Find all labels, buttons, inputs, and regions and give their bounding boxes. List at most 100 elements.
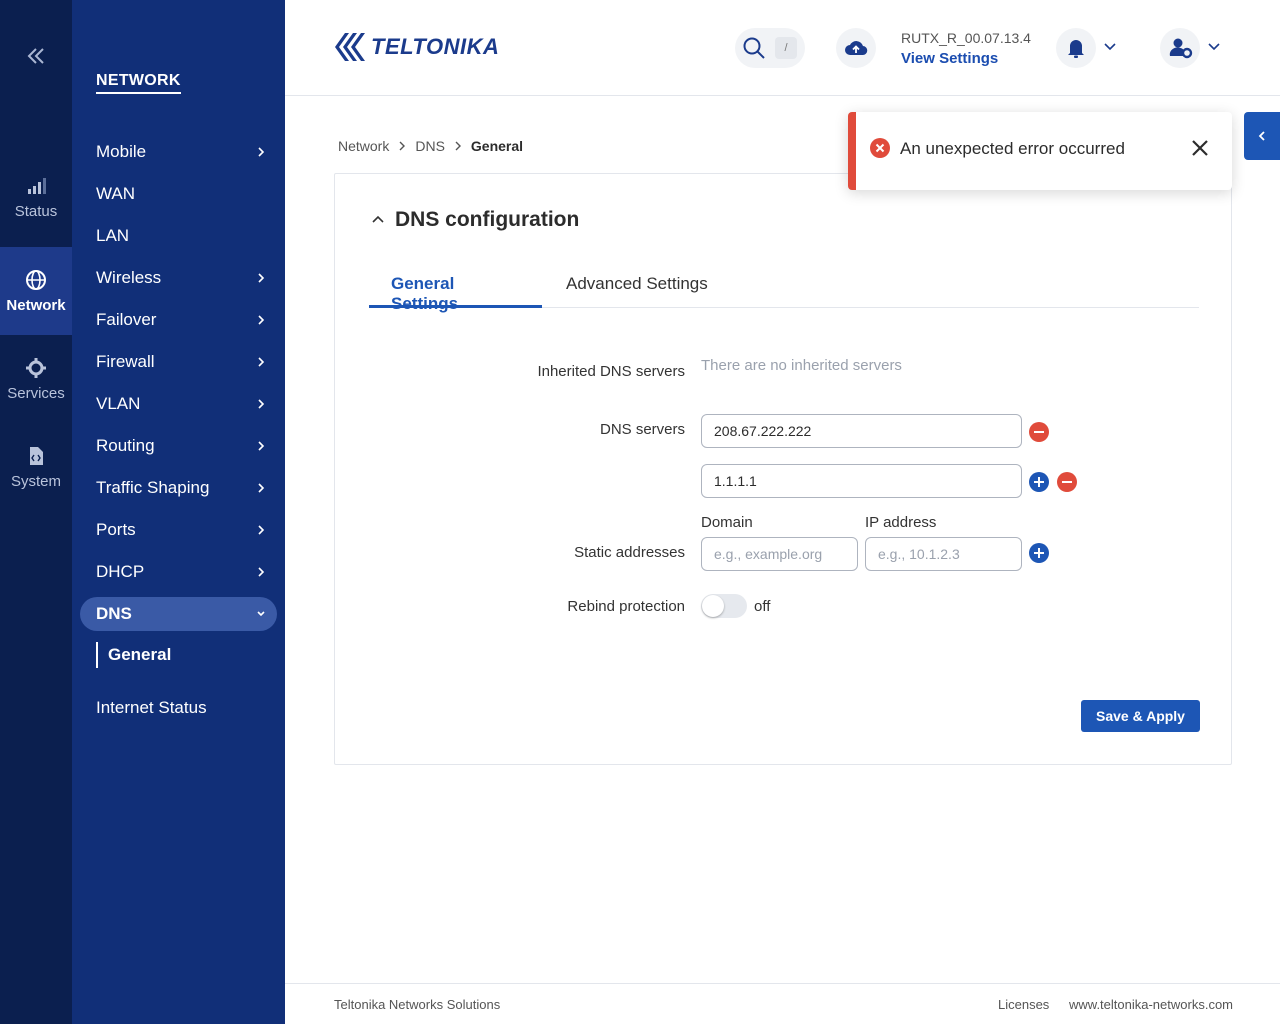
search-icon [743,37,765,59]
rail-item-services[interactable]: Services [0,357,72,445]
nav-item-label: Routing [96,436,155,455]
tab-bar: General Settings Advanced Settings [369,268,1199,313]
secondary-nav: NETWORK Mobile WAN LAN Wireless Failover… [72,0,285,1024]
top-header: TELTONIKA / RUTX_R_00.07.13.4 View Setti… [285,0,1280,96]
nav-item-label: VLAN [96,394,141,413]
nav-item-label: Wireless [96,268,162,287]
nav-item-firewall[interactable]: Firewall [80,345,277,379]
nav-section-title: NETWORK [96,72,181,94]
nav-item-label: WAN [96,184,136,203]
dns-server-field-2[interactable]: 1.1.1.1 [701,464,1022,498]
nav-item-failover[interactable]: Failover [80,303,277,337]
dns-server-field-1[interactable]: 208.67.222.222 [701,414,1022,448]
close-icon[interactable] [1190,138,1210,158]
section-title[interactable]: DNS configuration [395,208,579,232]
chevron-right-icon [258,525,265,535]
chevron-down-icon [257,611,265,617]
signal-bars-icon [28,178,46,194]
breadcrumb-item-network[interactable]: Network [338,138,389,154]
chevron-down-icon[interactable] [1207,42,1221,52]
nav-subitem-general[interactable]: General [96,642,171,668]
tab-advanced-settings[interactable]: Advanced Settings [544,268,730,308]
user-settings-icon [1169,38,1193,59]
chevron-right-icon [258,315,265,325]
user-menu-button[interactable] [1160,28,1200,68]
nav-item-label: Traffic Shaping [96,478,210,497]
error-toast: An unexpected error occurred [848,112,1232,190]
save-apply-button[interactable]: Save & Apply [1081,700,1200,732]
rail-item-system[interactable]: System [0,445,72,533]
rail-item-label: Network [6,297,66,314]
nav-item-wan[interactable]: WAN [80,177,277,211]
nav-item-label: Firewall [96,352,155,371]
breadcrumb-item-general: General [470,138,524,154]
search-shortcut-key: / [775,37,797,59]
nav-item-dhcp[interactable]: DHCP [80,555,277,589]
nav-item-label: DNS [96,604,132,623]
toggle-knob [702,595,724,617]
nav-item-vlan[interactable]: VLAN [80,387,277,421]
collapse-menu-icon[interactable] [24,44,48,68]
page-footer: Teltonika Networks Solutions Licenses ww… [285,983,1280,1024]
nav-item-dns[interactable]: DNS [80,597,277,631]
nav-item-lan[interactable]: LAN [80,219,277,253]
nav-item-label: Ports [96,520,136,539]
chevron-up-icon[interactable] [371,214,385,224]
search-button[interactable]: / [735,28,805,68]
nav-item-routing[interactable]: Routing [80,429,277,463]
rail-item-label: Services [7,385,65,402]
globe-icon [26,270,46,290]
rail-item-label: System [10,473,61,490]
nav-item-label: Failover [96,310,157,329]
teltonika-logo-icon [335,33,365,61]
footer-company: Teltonika Networks Solutions [334,997,501,1012]
remove-dns-server-button[interactable] [1029,422,1049,442]
breadcrumb-item-dns[interactable]: DNS [415,138,445,154]
licenses-link[interactable]: Licenses [998,997,1049,1012]
inherited-dns-value: There are no inherited servers [701,357,902,374]
nav-item-label: Mobile [96,142,147,161]
notifications-button[interactable] [1056,28,1096,68]
chevron-right-icon [258,399,265,409]
dns-configuration-card: DNS configuration General Settings Advan… [334,173,1232,765]
chevron-right-icon [258,441,265,451]
nav-item-wireless[interactable]: Wireless [80,261,277,295]
nav-item-internet-status[interactable]: Internet Status [80,691,277,725]
firmware-version: RUTX_R_00.07.13.4 [901,30,1031,46]
website-link[interactable]: www.teltonika-networks.com [1069,997,1233,1012]
chevron-down-icon[interactable] [1103,42,1117,52]
nav-item-traffic-shaping[interactable]: Traffic Shaping [80,471,277,505]
domain-column-label: Domain [701,514,753,531]
tab-general-settings[interactable]: General Settings [369,268,542,313]
rebind-protection-toggle[interactable] [701,594,747,618]
rebind-protection-state: off [754,598,771,615]
chevron-right-icon [455,141,461,151]
add-dns-server-button[interactable] [1029,472,1049,492]
gear-icon [26,358,46,378]
cloud-upload-icon [845,41,868,56]
side-panel-toggle[interactable] [1244,112,1280,160]
chevron-right-icon [258,567,265,577]
toast-message: An unexpected error occurred [900,139,1125,158]
view-settings-link[interactable]: View Settings [901,50,998,67]
dns-servers-label: DNS servers [599,421,685,438]
ip-address-input[interactable]: e.g., 10.1.2.3 [865,537,1022,571]
brand-logo[interactable]: TELTONIKA [333,30,499,64]
remove-dns-server-button[interactable] [1057,472,1077,492]
nav-item-mobile[interactable]: Mobile [80,135,277,169]
nav-item-label: DHCP [96,562,145,581]
rail-item-network[interactable]: Network [0,247,72,335]
chevron-right-icon [258,273,265,283]
inherited-dns-label: Inherited DNS servers [537,363,685,380]
primary-rail: Status Network Services System [0,0,72,1024]
chevron-right-icon [258,147,265,157]
add-static-address-button[interactable] [1029,543,1049,563]
chevron-left-icon [1258,131,1265,141]
nav-item-label: Internet Status [96,698,207,717]
nav-item-ports[interactable]: Ports [80,513,277,547]
firmware-upload-button[interactable] [836,28,876,68]
rail-item-label: Status [14,203,58,220]
error-icon [870,138,890,158]
chevron-right-icon [399,141,406,151]
domain-input[interactable]: e.g., example.org [701,537,858,571]
